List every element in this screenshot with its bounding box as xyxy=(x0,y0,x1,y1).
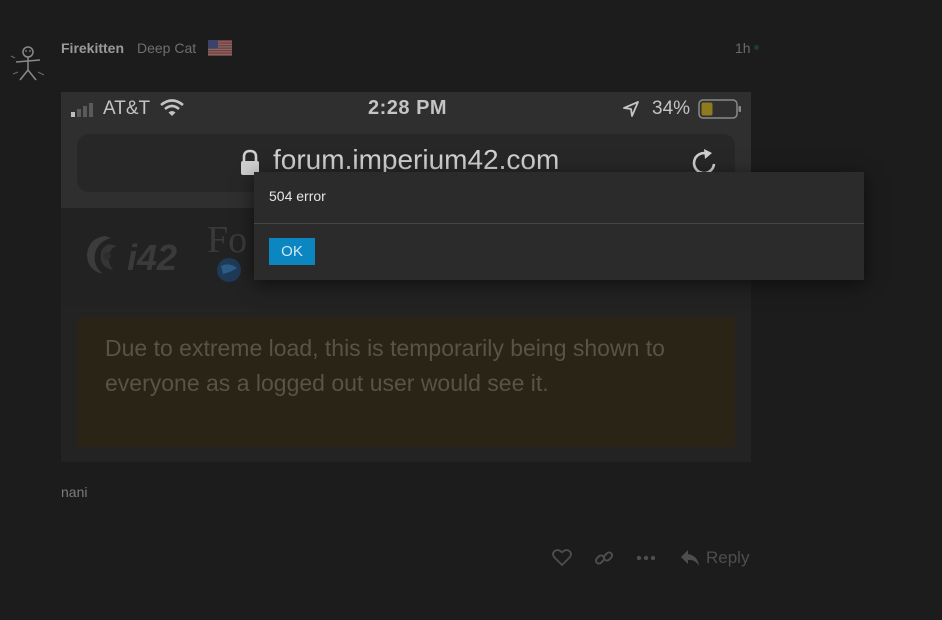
user-title: Deep Cat xyxy=(137,40,197,56)
battery-percentage: 34% xyxy=(652,98,691,119)
phone-clock: 2:28 PM xyxy=(368,97,448,119)
error-dialog: 504 error OK xyxy=(254,172,864,280)
carrier-name: AT&T xyxy=(103,98,151,119)
reply-icon xyxy=(681,550,699,566)
globe-icon xyxy=(215,256,243,284)
battery-icon xyxy=(698,99,742,119)
reply-label: Reply xyxy=(706,548,750,567)
new-post-indicator xyxy=(754,45,759,50)
username-link[interactable]: Firekitten xyxy=(61,37,124,59)
reply-button[interactable]: Reply xyxy=(680,542,760,574)
ellipsis-icon xyxy=(636,555,656,561)
wifi-icon xyxy=(159,98,185,118)
phone-status-bar: AT&T 2:28 PM 34% xyxy=(61,92,751,126)
logo-text: i42 xyxy=(127,237,177,278)
signal-strength-icon xyxy=(71,103,99,117)
post-actions: Reply xyxy=(540,542,760,574)
link-icon xyxy=(594,551,614,565)
notice-text: Due to extreme load, this is temporarily… xyxy=(105,335,665,396)
user-avatar[interactable] xyxy=(8,42,48,82)
us-flag-icon xyxy=(208,40,232,56)
like-button[interactable] xyxy=(548,542,576,574)
notice-banner: Due to extreme load, this is temporarily… xyxy=(77,317,735,447)
forum-post: Firekitten Deep Cat 1h AT&T 2:28 PM 34% … xyxy=(0,0,942,620)
dialog-divider xyxy=(254,223,864,224)
i42-logo: i42 xyxy=(81,230,191,280)
location-arrow-icon xyxy=(622,100,640,118)
ok-button[interactable]: OK xyxy=(269,238,315,265)
post-timestamp[interactable]: 1h xyxy=(735,37,751,59)
heart-icon xyxy=(552,549,572,566)
share-link-button[interactable] xyxy=(590,542,618,574)
post-header: Firekitten Deep Cat 1h xyxy=(61,37,761,59)
post-body-text: nani xyxy=(61,484,88,500)
dialog-message: 504 error xyxy=(269,188,326,204)
more-options-button[interactable] xyxy=(632,542,660,574)
